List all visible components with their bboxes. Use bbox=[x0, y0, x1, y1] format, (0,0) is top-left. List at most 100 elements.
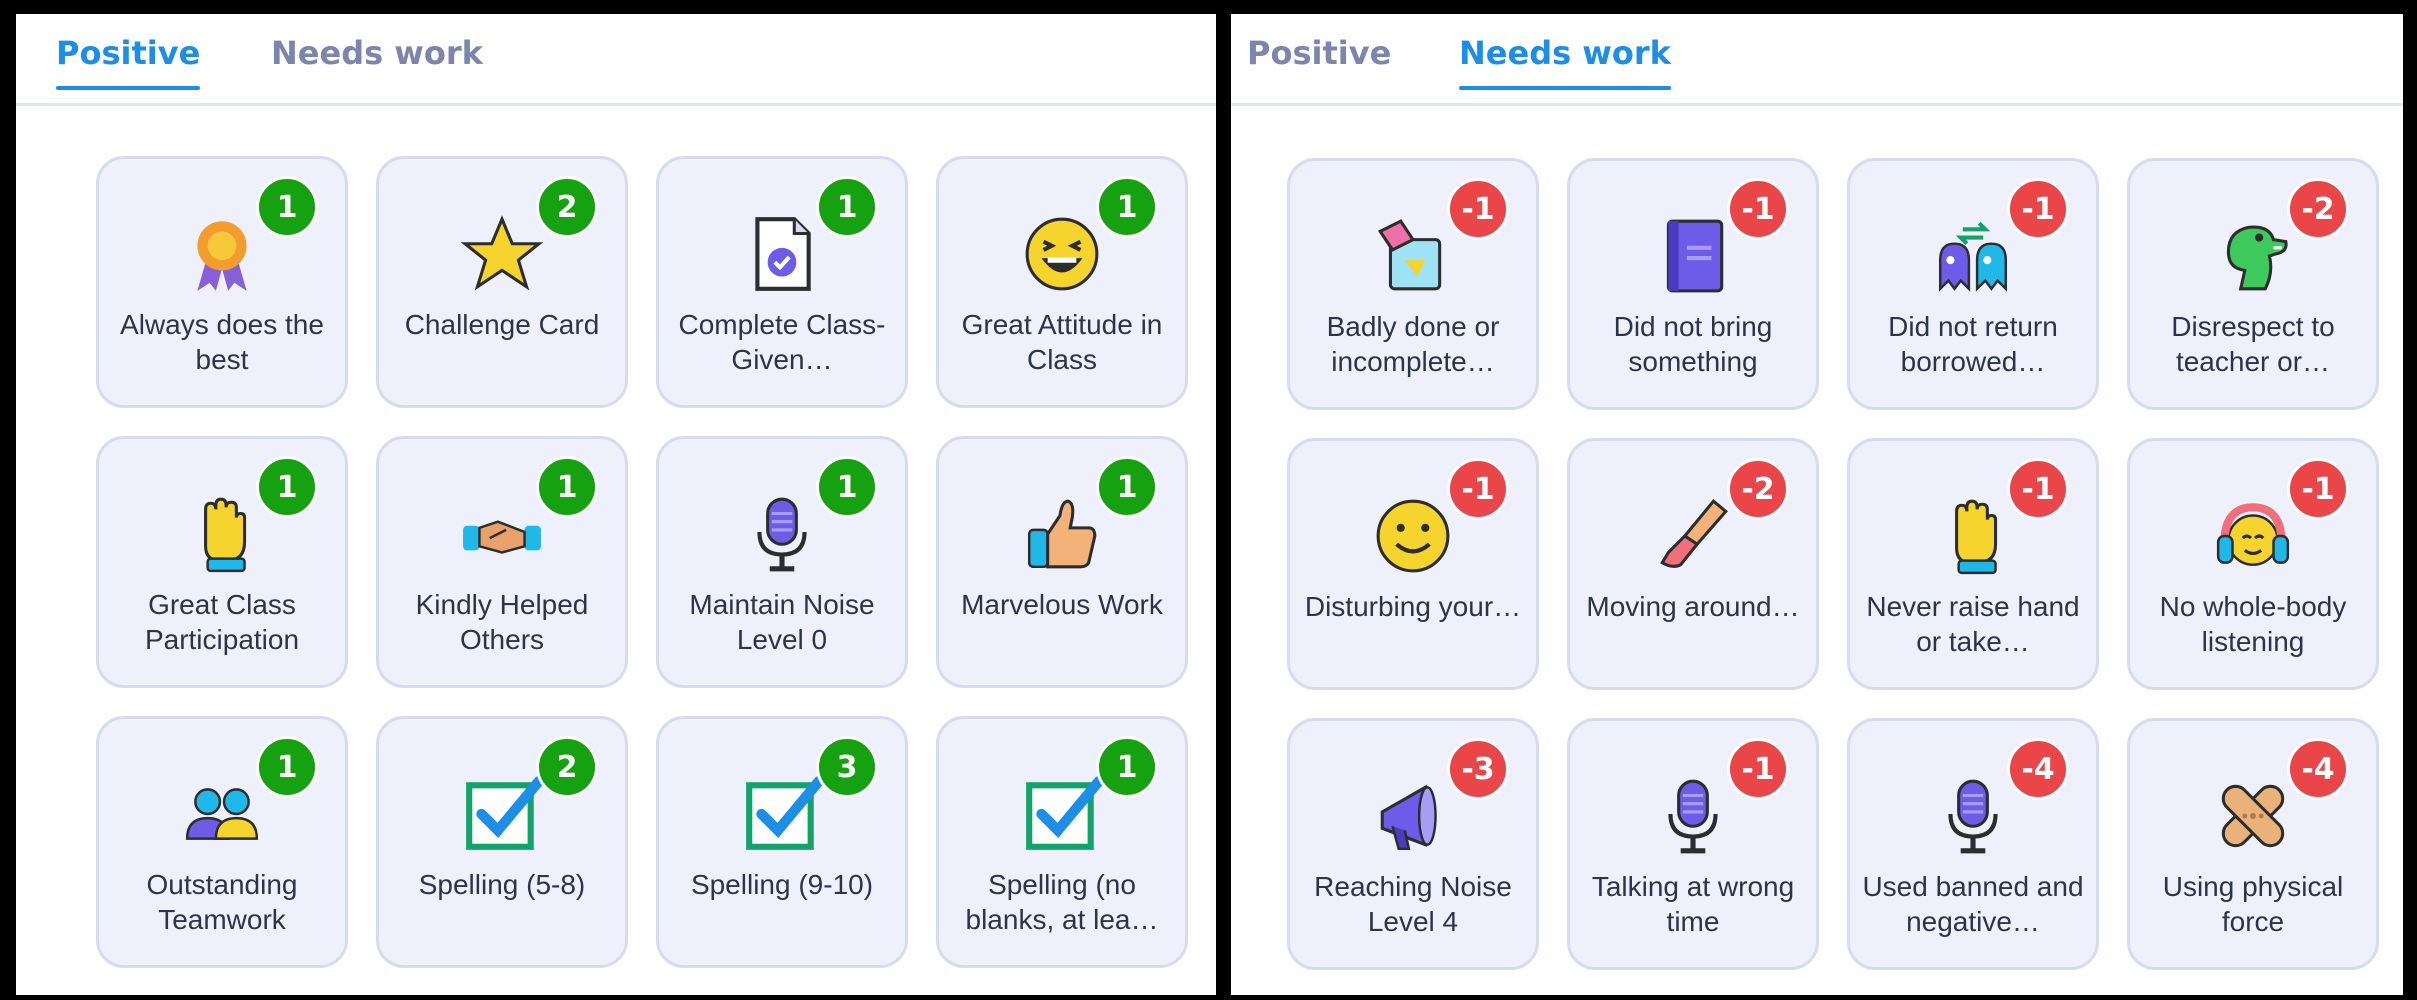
skill-label: Moving around… bbox=[1586, 591, 1800, 622]
points-badge: 1 bbox=[256, 456, 318, 518]
skill-label: Spelling (9-10) bbox=[690, 869, 874, 900]
skill-card[interactable]: Complete Class-Given… 1 bbox=[656, 156, 908, 408]
skill-label: Always does the best bbox=[120, 309, 324, 375]
skill-label: Disrespect to teacher or… bbox=[2171, 311, 2335, 377]
points-badge: -1 bbox=[1727, 738, 1789, 800]
points-badge: 1 bbox=[1096, 176, 1158, 238]
skill-card[interactable]: Spelling (no blanks, at lea… 1 bbox=[936, 716, 1188, 968]
raised-hand-icon bbox=[177, 489, 267, 579]
skill-card[interactable]: No whole-body listening -1 bbox=[2127, 438, 2379, 690]
points-badge: 1 bbox=[1096, 456, 1158, 518]
skill-label: Reaching Noise Level 4 bbox=[1314, 871, 1512, 937]
skill-card[interactable]: Never raise hand or take… -1 bbox=[1847, 438, 2099, 690]
skill-label: Spelling (5-8) bbox=[418, 869, 586, 900]
skill-card[interactable]: Spelling (5-8) 2 bbox=[376, 716, 628, 968]
skill-card[interactable]: Outstanding Teamwork 1 bbox=[96, 716, 348, 968]
document-check-icon bbox=[737, 209, 827, 299]
skill-label: Kindly Helped Others bbox=[415, 589, 589, 655]
tab-needs-work[interactable]: Needs work bbox=[1459, 34, 1671, 90]
microphone-icon bbox=[737, 489, 827, 579]
microphone-icon bbox=[1648, 771, 1738, 861]
laughing-face-icon bbox=[1017, 209, 1107, 299]
exchange-monsters-icon bbox=[1928, 211, 2018, 301]
points-badge: 1 bbox=[816, 456, 878, 518]
skill-card[interactable]: Disrespect to teacher or… -2 bbox=[2127, 158, 2379, 410]
tab-bar: Positive Needs work bbox=[16, 14, 1216, 106]
points-badge: 1 bbox=[536, 456, 598, 518]
points-badge: -1 bbox=[1447, 458, 1509, 520]
megaphone-icon bbox=[1368, 771, 1458, 861]
points-badge: -4 bbox=[2007, 738, 2069, 800]
skill-label: Marvelous Work bbox=[961, 589, 1163, 620]
tab-positive[interactable]: Positive bbox=[1247, 34, 1391, 72]
skill-card[interactable]: Reaching Noise Level 4 -3 bbox=[1287, 718, 1539, 970]
skill-label: Using physical force bbox=[2162, 871, 2344, 937]
skill-label: Outstanding Teamwork bbox=[146, 869, 298, 935]
tab-needs-work[interactable]: Needs work bbox=[271, 34, 483, 72]
points-badge: 2 bbox=[536, 736, 598, 798]
book-icon bbox=[1648, 211, 1738, 301]
dinosaur-icon bbox=[2208, 211, 2298, 301]
points-badge: 1 bbox=[256, 176, 318, 238]
skill-card[interactable]: Spelling (9-10) 3 bbox=[656, 716, 908, 968]
skill-label: Did not return borrowed… bbox=[1888, 311, 2058, 377]
tab-positive[interactable]: Positive bbox=[56, 34, 201, 90]
skill-card[interactable]: Disturbing your… -1 bbox=[1287, 438, 1539, 690]
skill-label: Challenge Card bbox=[404, 309, 600, 340]
skill-label: Great Class Participation bbox=[144, 589, 300, 655]
points-badge: -2 bbox=[2287, 178, 2349, 240]
skill-card[interactable]: Talking at wrong time -1 bbox=[1567, 718, 1819, 970]
skill-label: No whole-body listening bbox=[2159, 591, 2347, 657]
skill-card[interactable]: Using physical force -4 bbox=[2127, 718, 2379, 970]
skill-card[interactable]: Badly done or incomplete… -1 bbox=[1287, 158, 1539, 410]
thumbs-up-icon bbox=[1017, 489, 1107, 579]
leg-kick-icon bbox=[1648, 491, 1738, 581]
skill-card[interactable]: Moving around… -2 bbox=[1567, 438, 1819, 690]
microphone-icon bbox=[1928, 771, 2018, 861]
broken-paper-icon bbox=[1368, 211, 1458, 301]
skill-label: Did not bring something bbox=[1613, 311, 1773, 377]
skill-label: Disturbing your… bbox=[1304, 591, 1522, 622]
skill-card[interactable]: Kindly Helped Others 1 bbox=[376, 436, 628, 688]
skill-card[interactable]: Maintain Noise Level 0 1 bbox=[656, 436, 908, 688]
skill-label: Great Attitude in Class bbox=[961, 309, 1163, 375]
points-badge: -2 bbox=[1727, 458, 1789, 520]
skill-card[interactable]: Used banned and negative… -4 bbox=[1847, 718, 2099, 970]
team-people-icon bbox=[177, 769, 267, 859]
skill-card[interactable]: Great Class Participation 1 bbox=[96, 436, 348, 688]
skill-label: Badly done or incomplete… bbox=[1326, 311, 1500, 377]
points-badge: -3 bbox=[1447, 738, 1509, 800]
positive-panel: Positive Needs work Always does the best… bbox=[16, 14, 1216, 995]
skill-card[interactable]: Great Attitude in Class 1 bbox=[936, 156, 1188, 408]
points-badge: 1 bbox=[1096, 736, 1158, 798]
skill-label: Maintain Noise Level 0 bbox=[689, 589, 875, 655]
points-badge: -1 bbox=[2007, 178, 2069, 240]
points-badge: -1 bbox=[1727, 178, 1789, 240]
skill-label: Never raise hand or take… bbox=[1866, 591, 2080, 657]
skill-card[interactable]: Challenge Card 2 bbox=[376, 156, 628, 408]
points-badge: 2 bbox=[536, 176, 598, 238]
headphones-face-icon bbox=[2208, 491, 2298, 581]
ribbon-award-icon bbox=[177, 209, 267, 299]
raised-hand-icon bbox=[1928, 491, 2018, 581]
skill-card[interactable]: Did not bring something -1 bbox=[1567, 158, 1819, 410]
checkbox-icon bbox=[457, 769, 547, 859]
points-badge: -4 bbox=[2287, 738, 2349, 800]
points-badge: 1 bbox=[816, 176, 878, 238]
skill-label: Used banned and negative… bbox=[1862, 871, 2084, 937]
points-badge: -1 bbox=[1447, 178, 1509, 240]
skill-label: Complete Class-Given… bbox=[678, 309, 886, 375]
skill-card[interactable]: Marvelous Work 1 bbox=[936, 436, 1188, 688]
points-badge: 1 bbox=[256, 736, 318, 798]
skill-label: Spelling (no blanks, at lea… bbox=[965, 869, 1159, 935]
points-badge: -1 bbox=[2007, 458, 2069, 520]
tab-bar: Positive Needs work bbox=[1231, 14, 2403, 106]
skill-card[interactable]: Did not return borrowed… -1 bbox=[1847, 158, 2099, 410]
bandage-cross-icon bbox=[2208, 771, 2298, 861]
checkbox-icon bbox=[737, 769, 827, 859]
checkbox-icon bbox=[1017, 769, 1107, 859]
points-badge: -1 bbox=[2287, 458, 2349, 520]
points-badge: 3 bbox=[816, 736, 878, 798]
skill-card[interactable]: Always does the best 1 bbox=[96, 156, 348, 408]
handshake-icon bbox=[457, 489, 547, 579]
